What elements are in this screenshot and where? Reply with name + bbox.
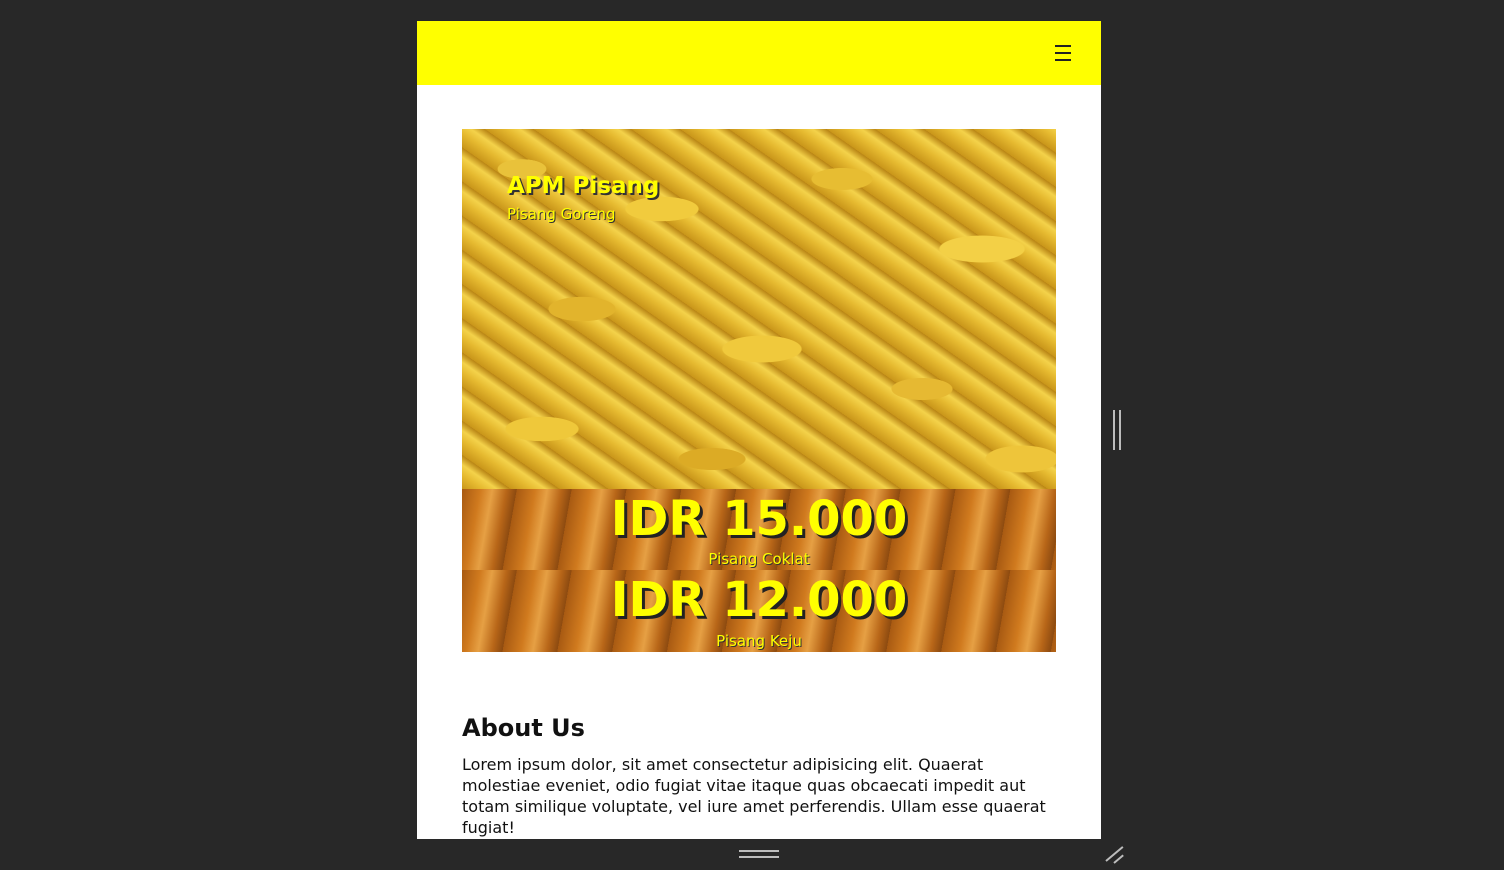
page-viewport: APM Pisang Pisang Goreng IDR 15.000 Pisa…: [417, 21, 1101, 839]
about-text: Lorem ipsum dolor, sit amet consectetur …: [462, 755, 1046, 837]
hero-title: APM Pisang: [507, 173, 660, 199]
hero-banner: APM Pisang Pisang Goreng IDR 15.000 Pisa…: [462, 129, 1056, 652]
navbar: [417, 21, 1101, 85]
hero-subtitle: Pisang Goreng: [507, 205, 616, 223]
resize-handle-vertical-icon[interactable]: [1111, 410, 1123, 450]
price-keju: IDR 12.000: [610, 572, 908, 628]
label-keju: Pisang Keju: [716, 632, 802, 650]
price-coklat: IDR 15.000: [610, 491, 908, 547]
about-heading: About Us: [462, 714, 585, 742]
resize-handle-horizontal-icon[interactable]: [739, 848, 779, 860]
resize-corner-icon[interactable]: [1104, 844, 1126, 864]
label-coklat: Pisang Coklat: [708, 550, 810, 568]
hamburger-menu-icon[interactable]: [1052, 41, 1074, 65]
